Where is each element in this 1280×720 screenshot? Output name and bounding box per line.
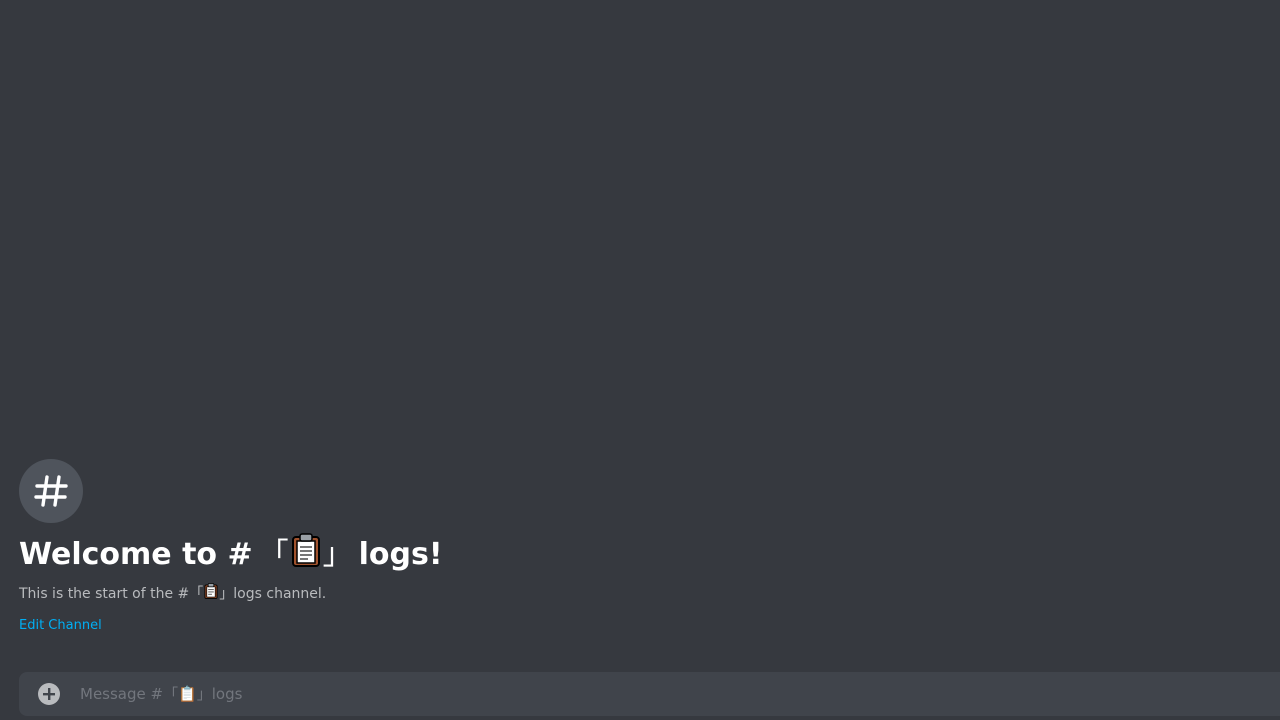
channel-welcome: Welcome to # 「 」 logs! This is the start… (19, 459, 1219, 634)
clipboard-icon (291, 532, 321, 578)
welcome-title-bracket-close: 」 (322, 537, 353, 572)
welcome-title-bracket-open: 「 (258, 537, 289, 572)
welcome-description: This is the start of the # 「 」 logs chan… (19, 583, 1219, 604)
welcome-desc-bracket-close: 」 (219, 585, 234, 602)
add-circle-icon[interactable] (37, 682, 61, 706)
welcome-desc-bracket-open: 「 (189, 585, 204, 602)
message-input[interactable] (78, 671, 1280, 717)
chat-area: Welcome to # 「 」 logs! This is the start… (0, 0, 1280, 720)
channel-avatar (19, 459, 83, 523)
edit-channel-link[interactable]: Edit Channel (19, 618, 102, 634)
app-window: Welcome to # 「 」 logs! This is the start… (0, 0, 1280, 720)
hash-icon (34, 475, 68, 507)
welcome-desc-prefix: This is the start of the # (19, 585, 190, 602)
welcome-title: Welcome to # 「 」 logs! (19, 532, 1219, 578)
clipboard-icon (204, 583, 218, 604)
welcome-title-prefix: Welcome to # (19, 537, 253, 572)
welcome-title-suffix: logs! (358, 537, 443, 572)
welcome-desc-suffix: logs channel. (233, 585, 327, 602)
message-composer (19, 671, 1280, 717)
